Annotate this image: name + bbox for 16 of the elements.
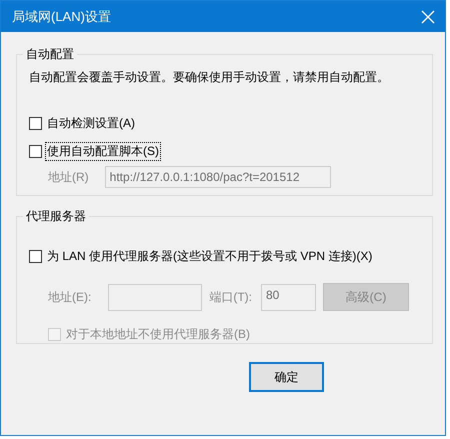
checkbox-label[interactable]: 自动检测设置(A)	[45, 114, 137, 132]
field-label: 端口(T):	[209, 288, 252, 306]
checkbox-label[interactable]: 为 LAN 使用代理服务器(这些设置不用于拨号或 VPN 连接)(X)	[45, 246, 374, 266]
close-icon[interactable]	[421, 10, 435, 24]
checkbox[interactable]	[29, 144, 42, 158]
checkbox[interactable]	[29, 250, 42, 262]
checkbox-label[interactable]: 使用自动配置脚本(S)	[45, 142, 161, 160]
field-label: 地址(E):	[48, 288, 92, 306]
group-title: 自动配置	[25, 46, 75, 63]
ok-button[interactable]: 确定	[249, 362, 324, 392]
checkbox[interactable]	[29, 116, 42, 130]
description-text: 自动配置会覆盖手动设置。要确保使用手动设置，请禁用自动配置。	[29, 69, 390, 86]
group-title: 代理服务器	[25, 208, 87, 225]
window-title: 局域网(LAN)设置	[12, 8, 111, 26]
field-label: 地址(R)	[48, 168, 89, 186]
checkbox-label: 对于本地地址不使用代理服务器(B)	[65, 326, 251, 342]
